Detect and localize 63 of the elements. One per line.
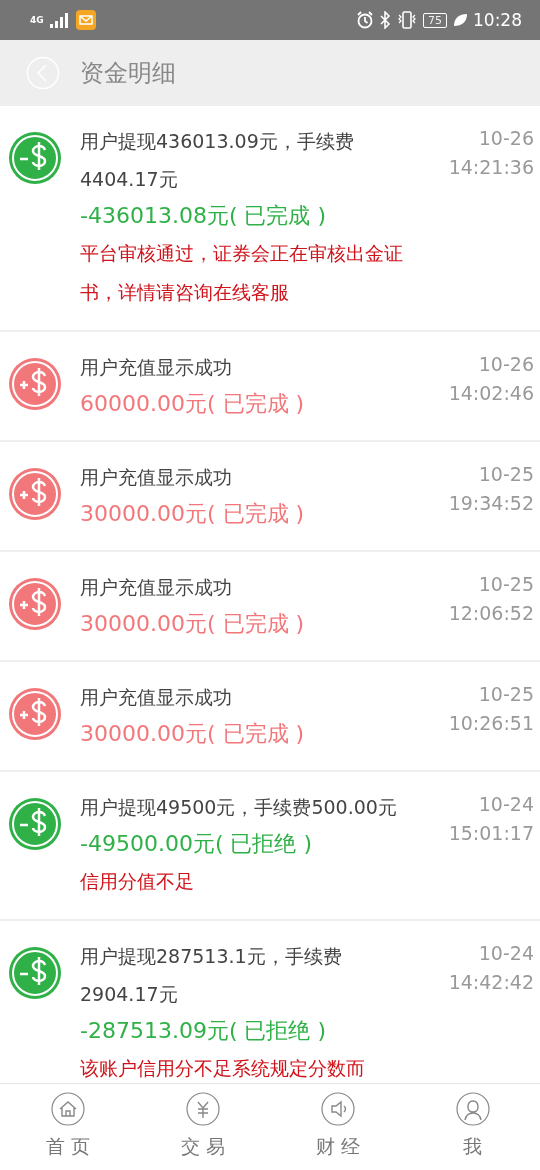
record-time: 19:34:52	[448, 491, 534, 516]
record-amount: 60000.00元( 已完成 )	[80, 390, 306, 418]
home-icon	[50, 1092, 85, 1126]
network-label: 4G	[30, 15, 44, 25]
record-row[interactable]: 用户提现287513.1元，手续费2904.17元 -287513.09元( 已拒绝 ) 该账户信用分不足系统规定分数而 10-24 14:42:42	[0, 921, 540, 1083]
record-row[interactable]: 用户提现49500元，手续费500.00元 -49500.00元( 已拒绝 ) 信用分值不足 10-24 15:01:17	[0, 772, 540, 921]
minus-dollar-icon	[8, 797, 62, 851]
record-date: 10-25	[477, 462, 534, 487]
record-description: 用户充值显示成功	[80, 355, 233, 380]
clock-time: 10:28	[473, 10, 522, 30]
bluetooth-icon	[379, 11, 391, 29]
record-amount: 30000.00元( 已完成 )	[80, 500, 306, 528]
record-amount: -287513.09元( 已拒绝 )	[80, 1017, 328, 1045]
record-description: 用户充值显示成功	[80, 685, 233, 710]
record-row[interactable]: 用户充值显示成功 30000.00元( 已完成 ) 10-25 12:06:52	[0, 552, 540, 662]
record-note: 平台审核通过，证券会正在审核出金证书，详情请咨询在线客服	[80, 241, 404, 305]
record-date: 10-24	[477, 792, 534, 817]
nav-tab[interactable]: 财经	[270, 1084, 405, 1170]
vibrate-icon	[396, 11, 418, 29]
record-row[interactable]: 用户提现436013.09元，手续费4404.17元 -436013.08元( 已完成 ) 平台审核通过，证券会正在审核出金证书，详情请咨询在线客服 10-26 14:21:36	[0, 106, 540, 332]
record-date: 10-26	[477, 352, 534, 377]
nav-tab[interactable]: 我	[405, 1084, 540, 1170]
record-row[interactable]: 用户充值显示成功 30000.00元( 已完成 ) 10-25 19:34:52	[0, 442, 540, 552]
record-row[interactable]: 用户充值显示成功 60000.00元( 已完成 ) 10-26 14:02:46	[0, 332, 540, 442]
plus-dollar-icon	[8, 687, 62, 741]
speaker-icon	[320, 1092, 355, 1126]
leaf-icon	[452, 12, 468, 28]
record-date: 10-26	[477, 126, 534, 151]
record-amount: -49500.00元( 已拒绝 )	[80, 830, 314, 858]
battery-icon: 75	[423, 12, 447, 28]
record-time: 14:42:42	[448, 970, 534, 995]
record-description: 用户提现49500元，手续费500.00元	[80, 795, 398, 820]
signal-icon	[48, 12, 71, 28]
plus-dollar-icon	[8, 357, 62, 411]
nav-tab[interactable]: 首页	[0, 1084, 135, 1170]
record-date: 10-25	[477, 682, 534, 707]
record-note: 信用分值不足	[80, 869, 195, 894]
record-time: 14:02:46	[448, 381, 534, 406]
record-date: 10-24	[477, 941, 534, 966]
record-amount: 30000.00元( 已完成 )	[80, 720, 306, 748]
page-title: 资金明细	[80, 58, 176, 89]
record-amount: -436013.08元( 已完成 )	[80, 202, 328, 230]
minus-dollar-icon	[8, 131, 62, 185]
record-time: 12:06:52	[448, 601, 534, 626]
record-time: 15:01:17	[448, 821, 534, 846]
mail-icon	[75, 10, 96, 30]
record-row[interactable]: 用户充值显示成功 30000.00元( 已完成 ) 10-25 10:26:51	[0, 662, 540, 772]
plus-dollar-icon	[8, 577, 62, 631]
nav-tab[interactable]: 交易	[135, 1084, 270, 1170]
record-amount: 30000.00元( 已完成 )	[80, 610, 306, 638]
yen-icon	[185, 1092, 220, 1126]
record-description: 用户提现287513.1元，手续费2904.17元	[80, 944, 343, 1007]
record-date: 10-25	[477, 572, 534, 597]
record-description: 用户充值显示成功	[80, 575, 233, 600]
record-time: 10:26:51	[448, 711, 534, 736]
minus-dollar-icon	[8, 946, 62, 1000]
person-icon	[455, 1092, 490, 1126]
record-note: 该账户信用分不足系统规定分数而	[80, 1056, 366, 1081]
record-description: 用户充值显示成功	[80, 465, 233, 490]
record-description: 用户提现436013.09元，手续费4404.17元	[80, 129, 355, 192]
plus-dollar-icon	[8, 467, 62, 521]
record-time: 14:21:36	[448, 155, 534, 180]
alarm-icon	[356, 11, 374, 29]
